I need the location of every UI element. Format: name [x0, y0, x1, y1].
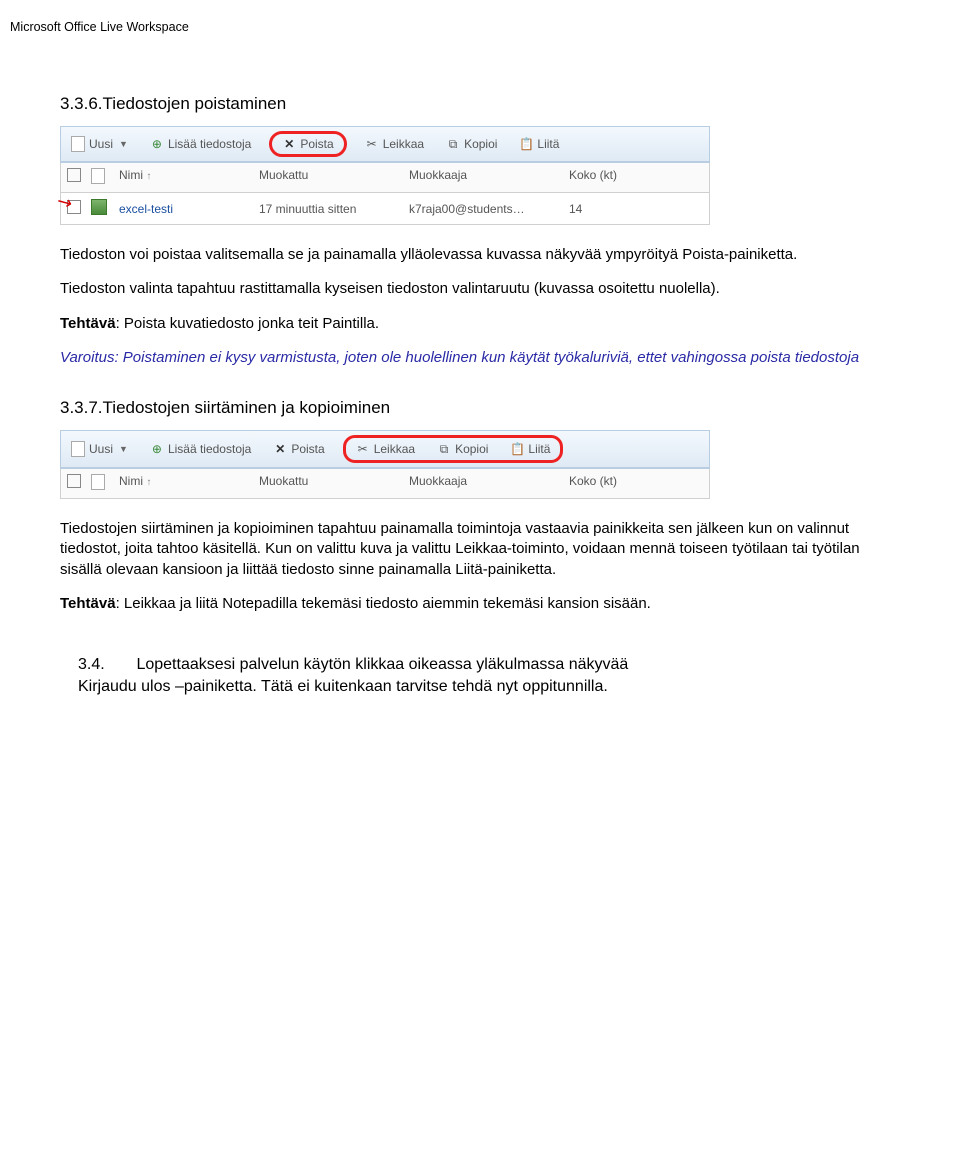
col-editor[interactable]: Muokkaaja: [409, 168, 569, 187]
col-size-2[interactable]: Koko (kt): [569, 474, 669, 493]
copy-button[interactable]: ⧉ Kopioi: [442, 135, 501, 153]
add-file-icon: ⊕: [150, 137, 164, 151]
section-336-para2: Tiedoston valinta tapahtuu rastittamalla…: [60, 279, 900, 299]
section-336-warning: Varoitus: Poistaminen ei kysy varmistust…: [60, 348, 900, 368]
file-row[interactable]: ↘ excel-testi 17 minuuttia sitten k7raja…: [60, 193, 710, 225]
row-name[interactable]: excel-testi: [119, 202, 259, 216]
task-label: Tehtävä: [60, 315, 116, 332]
paste-button[interactable]: 📋 Liitä: [515, 135, 563, 153]
cut-button-2[interactable]: ✂ Leikkaa: [352, 440, 419, 458]
section-336-heading: 3.3.6.Tiedostojen poistaminen: [60, 94, 900, 114]
row-modified: 17 minuuttia sitten: [259, 202, 409, 216]
row-check[interactable]: ↘: [67, 200, 91, 217]
col-check[interactable]: [67, 168, 91, 187]
row-editor: k7raja00@students…: [409, 202, 569, 216]
col-name[interactable]: Nimi ↑: [119, 168, 259, 187]
toolbar-screenshot-1: Uusi ▼ ⊕ Lisää tiedostoja ✕ Poista ✂ Lei…: [60, 126, 710, 225]
col-icon-2: [91, 474, 119, 493]
toolbar: Uusi ▼ ⊕ Lisää tiedostoja ✕ Poista ✂ Lei…: [60, 126, 710, 163]
clipboard-icon: 📋: [510, 442, 524, 456]
circled-delete: ✕ Poista: [269, 131, 346, 157]
copy-icon: ⧉: [446, 137, 460, 151]
delete-icon: ✕: [282, 137, 296, 151]
section-34-number: 3.4.: [78, 654, 132, 676]
paste-button-2[interactable]: 📋 Liitä: [506, 440, 554, 458]
delete-label-2: Poista: [291, 442, 324, 456]
col-editor-2[interactable]: Muokkaaja: [409, 474, 569, 493]
dropdown-caret-icon: ▼: [119, 139, 128, 149]
new-button[interactable]: Uusi ▼: [67, 135, 132, 153]
copy-icon: ⧉: [437, 442, 451, 456]
cut-label-2: Leikkaa: [374, 442, 415, 456]
section-34-text1: Lopettaaksesi palvelun käytön klikkaa oi…: [136, 656, 628, 673]
new-button-2[interactable]: Uusi ▼: [67, 440, 132, 458]
delete-button[interactable]: ✕ Poista: [278, 135, 337, 153]
col-name-2[interactable]: Nimi ↑: [119, 474, 259, 493]
section-34: 3.4. Lopettaaksesi palvelun käytön klikk…: [78, 654, 900, 697]
file-list-header-2: Nimi ↑ Muokattu Muokkaaja Koko (kt): [60, 469, 710, 499]
new-label-2: Uusi: [89, 442, 113, 456]
section-337-heading: 3.3.7.Tiedostojen siirtäminen ja kopioim…: [60, 398, 900, 418]
section-34-text2: Kirjaudu ulos –painiketta. Tätä ei kuite…: [78, 678, 608, 695]
new-label: Uusi: [89, 137, 113, 151]
scissors-icon: ✂: [365, 137, 379, 151]
add-files-label-2: Lisää tiedostoja: [168, 442, 251, 456]
col-modified[interactable]: Muokattu: [259, 168, 409, 187]
cut-label: Leikkaa: [383, 137, 424, 151]
add-files-label: Lisää tiedostoja: [168, 137, 251, 151]
delete-label: Poista: [300, 137, 333, 151]
cut-button[interactable]: ✂ Leikkaa: [361, 135, 428, 153]
add-files-button-2[interactable]: ⊕ Lisää tiedostoja: [146, 440, 255, 458]
task-text-2: : Leikkaa ja liitä Notepadilla tekemäsi …: [116, 595, 651, 612]
excel-icon: [91, 199, 107, 215]
col-icon: [91, 168, 119, 187]
section-337-para1: Tiedostojen siirtäminen ja kopioiminen t…: [60, 519, 900, 580]
section-336-task: Tehtävä: Poista kuvatiedosto jonka teit …: [60, 314, 900, 334]
task-text: : Poista kuvatiedosto jonka teit Paintil…: [116, 315, 379, 332]
file-list-header: Nimi ↑ Muokattu Muokkaaja Koko (kt): [60, 163, 710, 193]
sort-asc-icon: ↑: [146, 171, 151, 182]
dropdown-caret-icon: ▼: [119, 444, 128, 454]
document-icon: [71, 137, 85, 151]
toolbar-screenshot-2: Uusi ▼ ⊕ Lisää tiedostoja ✕ Poista ✂ Lei…: [60, 430, 710, 499]
toolbar-2: Uusi ▼ ⊕ Lisää tiedostoja ✕ Poista ✂ Lei…: [60, 430, 710, 469]
copy-button-2[interactable]: ⧉ Kopioi: [433, 440, 492, 458]
row-size: 14: [569, 202, 669, 216]
copy-label: Kopioi: [464, 137, 497, 151]
paste-label-2: Liitä: [528, 442, 550, 456]
task-label-2: Tehtävä: [60, 595, 116, 612]
document-icon: [71, 442, 85, 456]
col-size[interactable]: Koko (kt): [569, 168, 669, 187]
delete-button-2[interactable]: ✕ Poista: [269, 440, 328, 458]
section-336-para1: Tiedoston voi poistaa valitsemalla se ja…: [60, 245, 900, 265]
section-337-task: Tehtävä: Leikkaa ja liitä Notepadilla te…: [60, 594, 900, 614]
sort-asc-icon: ↑: [146, 477, 151, 488]
col-modified-2[interactable]: Muokattu: [259, 474, 409, 493]
circled-cut-copy-paste: ✂ Leikkaa ⧉ Kopioi 📋 Liitä: [343, 435, 564, 463]
paste-label: Liitä: [537, 137, 559, 151]
col-check-2[interactable]: [67, 474, 91, 493]
clipboard-icon: 📋: [519, 137, 533, 151]
row-icon: [91, 199, 119, 218]
scissors-icon: ✂: [356, 442, 370, 456]
page-header: Microsoft Office Live Workspace: [10, 20, 900, 34]
copy-label-2: Kopioi: [455, 442, 488, 456]
delete-icon: ✕: [273, 442, 287, 456]
add-file-icon: ⊕: [150, 442, 164, 456]
add-files-button[interactable]: ⊕ Lisää tiedostoja: [146, 135, 255, 153]
